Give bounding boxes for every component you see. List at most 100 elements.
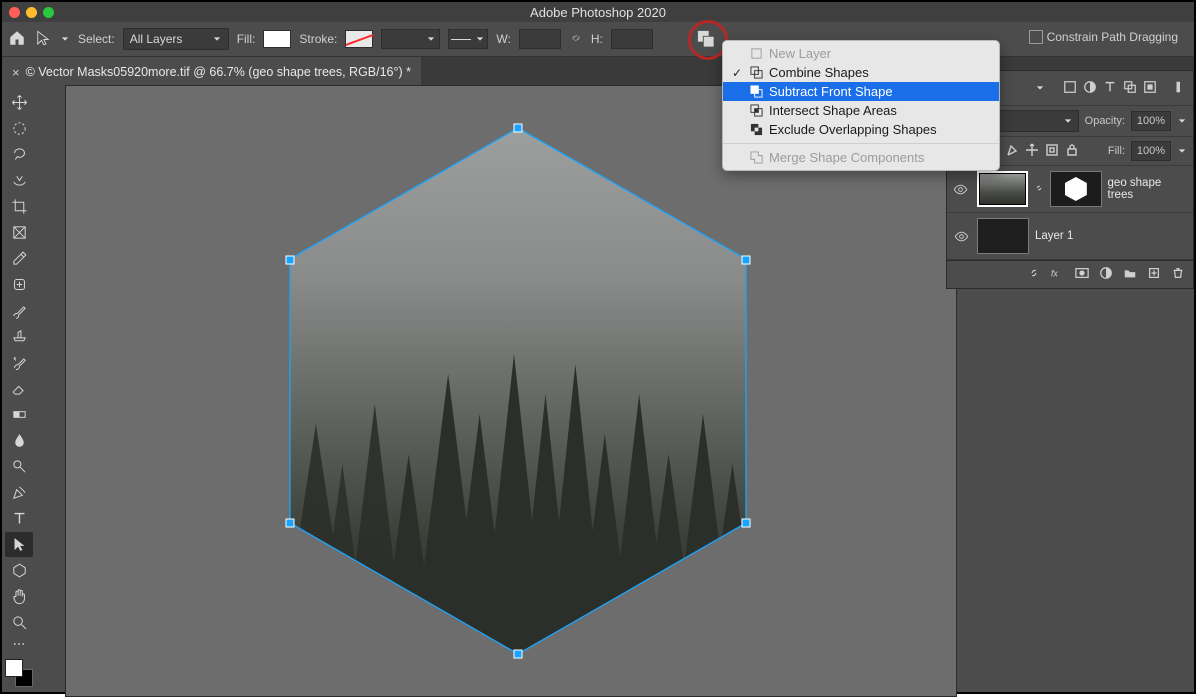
tool-preset-dropdown[interactable] bbox=[60, 34, 70, 44]
opacity-value-field[interactable]: 100% bbox=[1131, 111, 1171, 131]
path-operations-button[interactable] bbox=[695, 28, 717, 50]
layer-thumbnail[interactable] bbox=[977, 218, 1029, 254]
layer-name[interactable]: Layer 1 bbox=[1035, 230, 1073, 242]
new-layer-icon[interactable] bbox=[1147, 266, 1161, 283]
hand-tool[interactable] bbox=[5, 584, 33, 609]
layer-fill-value-field[interactable]: 100% bbox=[1131, 141, 1171, 161]
menu-item-intersect-shape-areas[interactable]: Intersect Shape Areas bbox=[723, 101, 999, 120]
lock-all-icon[interactable] bbox=[1065, 143, 1079, 160]
layer-fill-label: Fill: bbox=[1108, 145, 1125, 157]
quick-select-tool[interactable] bbox=[5, 168, 33, 193]
group-layers-icon[interactable] bbox=[1123, 266, 1137, 283]
menu-item-label: Subtract Front Shape bbox=[769, 84, 893, 99]
menu-item-label: New Layer bbox=[769, 46, 831, 61]
eraser-tool[interactable] bbox=[5, 376, 33, 401]
layer-thumbnail[interactable] bbox=[977, 171, 1028, 207]
path-selection-cursor-icon[interactable] bbox=[34, 29, 52, 50]
edit-toolbar-button[interactable] bbox=[5, 636, 33, 652]
fill-label: Fill: bbox=[237, 32, 256, 46]
menu-item-new-layer[interactable]: New Layer bbox=[723, 44, 999, 63]
foreground-background-swatch[interactable] bbox=[5, 659, 33, 687]
shape-height-field[interactable] bbox=[611, 29, 653, 49]
stroke-style-dropdown[interactable] bbox=[448, 29, 488, 49]
layer-row-geo-shape-trees[interactable]: geo shape trees bbox=[947, 166, 1193, 213]
layer-row-layer-1[interactable]: Layer 1 bbox=[947, 213, 1193, 260]
type-tool[interactable] bbox=[5, 506, 33, 531]
menu-item-label: Intersect Shape Areas bbox=[769, 103, 897, 118]
layer-fx-icon[interactable]: fx bbox=[1051, 266, 1065, 283]
close-tab-icon[interactable]: × bbox=[12, 65, 20, 80]
path-operations-menu: New Layer ✓ Combine Shapes Subtract Fron… bbox=[722, 40, 1000, 171]
lock-position-icon[interactable] bbox=[1025, 143, 1039, 160]
options-bar: Select: All Layers Fill: Stroke: W: H: bbox=[2, 22, 1194, 57]
menu-item-subtract-front-shape[interactable]: Subtract Front Shape bbox=[723, 82, 999, 101]
document-tab[interactable]: × © Vector Masks05920more.tif @ 66.7% (g… bbox=[2, 57, 421, 87]
fill-dropdown[interactable] bbox=[1177, 146, 1187, 156]
filter-toggle-icon[interactable] bbox=[1173, 80, 1187, 97]
gradient-tool[interactable] bbox=[5, 402, 33, 427]
history-brush-tool[interactable] bbox=[5, 350, 33, 375]
menu-item-exclude-overlapping[interactable]: Exclude Overlapping Shapes bbox=[723, 120, 999, 139]
layer-name[interactable]: geo shape trees bbox=[1108, 177, 1189, 201]
width-label: W: bbox=[496, 32, 510, 46]
link-layers-icon[interactable] bbox=[1027, 266, 1041, 283]
pen-tool[interactable] bbox=[5, 480, 33, 505]
stroke-width-field[interactable] bbox=[381, 29, 440, 49]
fill-swatch[interactable] bbox=[263, 30, 291, 48]
layer-filter-dropdown[interactable] bbox=[1035, 83, 1045, 93]
app-title: Adobe Photoshop 2020 bbox=[2, 5, 1194, 20]
move-tool[interactable] bbox=[5, 90, 33, 115]
constrain-path-dragging-checkbox[interactable]: Constrain Path Dragging bbox=[1029, 30, 1178, 44]
lock-artboard-icon[interactable] bbox=[1045, 143, 1059, 160]
add-mask-icon[interactable] bbox=[1075, 266, 1089, 283]
filter-pixel-icon[interactable] bbox=[1063, 80, 1077, 97]
eyedropper-tool[interactable] bbox=[5, 246, 33, 271]
height-label: H: bbox=[591, 32, 603, 46]
visibility-toggle[interactable] bbox=[951, 229, 971, 244]
menu-item-label: Merge Shape Components bbox=[769, 150, 924, 165]
visibility-toggle[interactable] bbox=[951, 182, 971, 197]
stroke-swatch[interactable] bbox=[345, 30, 373, 48]
window-titlebar: Adobe Photoshop 2020 bbox=[2, 2, 1194, 22]
delete-layer-icon[interactable] bbox=[1171, 266, 1185, 283]
opacity-label: Opacity: bbox=[1085, 115, 1125, 127]
link-wh-icon[interactable] bbox=[569, 31, 583, 48]
lasso-tool[interactable] bbox=[5, 142, 33, 167]
filter-smart-icon[interactable] bbox=[1143, 80, 1157, 97]
vector-mask-thumbnail[interactable] bbox=[1050, 171, 1101, 207]
menu-item-label: Combine Shapes bbox=[769, 65, 869, 80]
menu-item-combine-shapes[interactable]: ✓ Combine Shapes bbox=[723, 63, 999, 82]
tools-panel bbox=[2, 86, 36, 692]
menu-item-merge-shape-components[interactable]: Merge Shape Components bbox=[723, 148, 999, 167]
mask-link-icon[interactable] bbox=[1034, 183, 1044, 196]
dodge-tool[interactable] bbox=[5, 454, 33, 479]
marquee-tool[interactable] bbox=[5, 116, 33, 141]
constrain-label: Constrain Path Dragging bbox=[1047, 30, 1178, 44]
lock-pixels-icon[interactable] bbox=[1005, 143, 1019, 160]
filter-adjust-icon[interactable] bbox=[1083, 80, 1097, 97]
adjustment-layer-icon[interactable] bbox=[1099, 266, 1113, 283]
home-icon[interactable] bbox=[8, 29, 26, 50]
layers-panel-footer: fx bbox=[947, 260, 1193, 288]
blur-tool[interactable] bbox=[5, 428, 33, 453]
brush-tool[interactable] bbox=[5, 298, 33, 323]
crop-tool[interactable] bbox=[5, 194, 33, 219]
select-mode-dropdown[interactable]: All Layers bbox=[123, 28, 229, 50]
menu-item-label: Exclude Overlapping Shapes bbox=[769, 122, 937, 137]
hexagon-vector-mask bbox=[290, 128, 746, 654]
healing-brush-tool[interactable] bbox=[5, 272, 33, 297]
opacity-dropdown[interactable] bbox=[1177, 116, 1187, 126]
select-label: Select: bbox=[78, 32, 115, 46]
document-canvas[interactable] bbox=[66, 86, 956, 696]
path-selection-tool[interactable] bbox=[5, 532, 33, 557]
stroke-label: Stroke: bbox=[299, 32, 337, 46]
forest-image-content bbox=[290, 328, 746, 654]
filter-type-icon[interactable] bbox=[1103, 80, 1117, 97]
shape-tool[interactable] bbox=[5, 558, 33, 583]
clone-stamp-tool[interactable] bbox=[5, 324, 33, 349]
zoom-tool[interactable] bbox=[5, 610, 33, 635]
filter-shape-icon[interactable] bbox=[1123, 80, 1137, 97]
frame-tool[interactable] bbox=[5, 220, 33, 245]
shape-width-field[interactable] bbox=[519, 29, 561, 49]
select-mode-value: All Layers bbox=[130, 32, 183, 46]
